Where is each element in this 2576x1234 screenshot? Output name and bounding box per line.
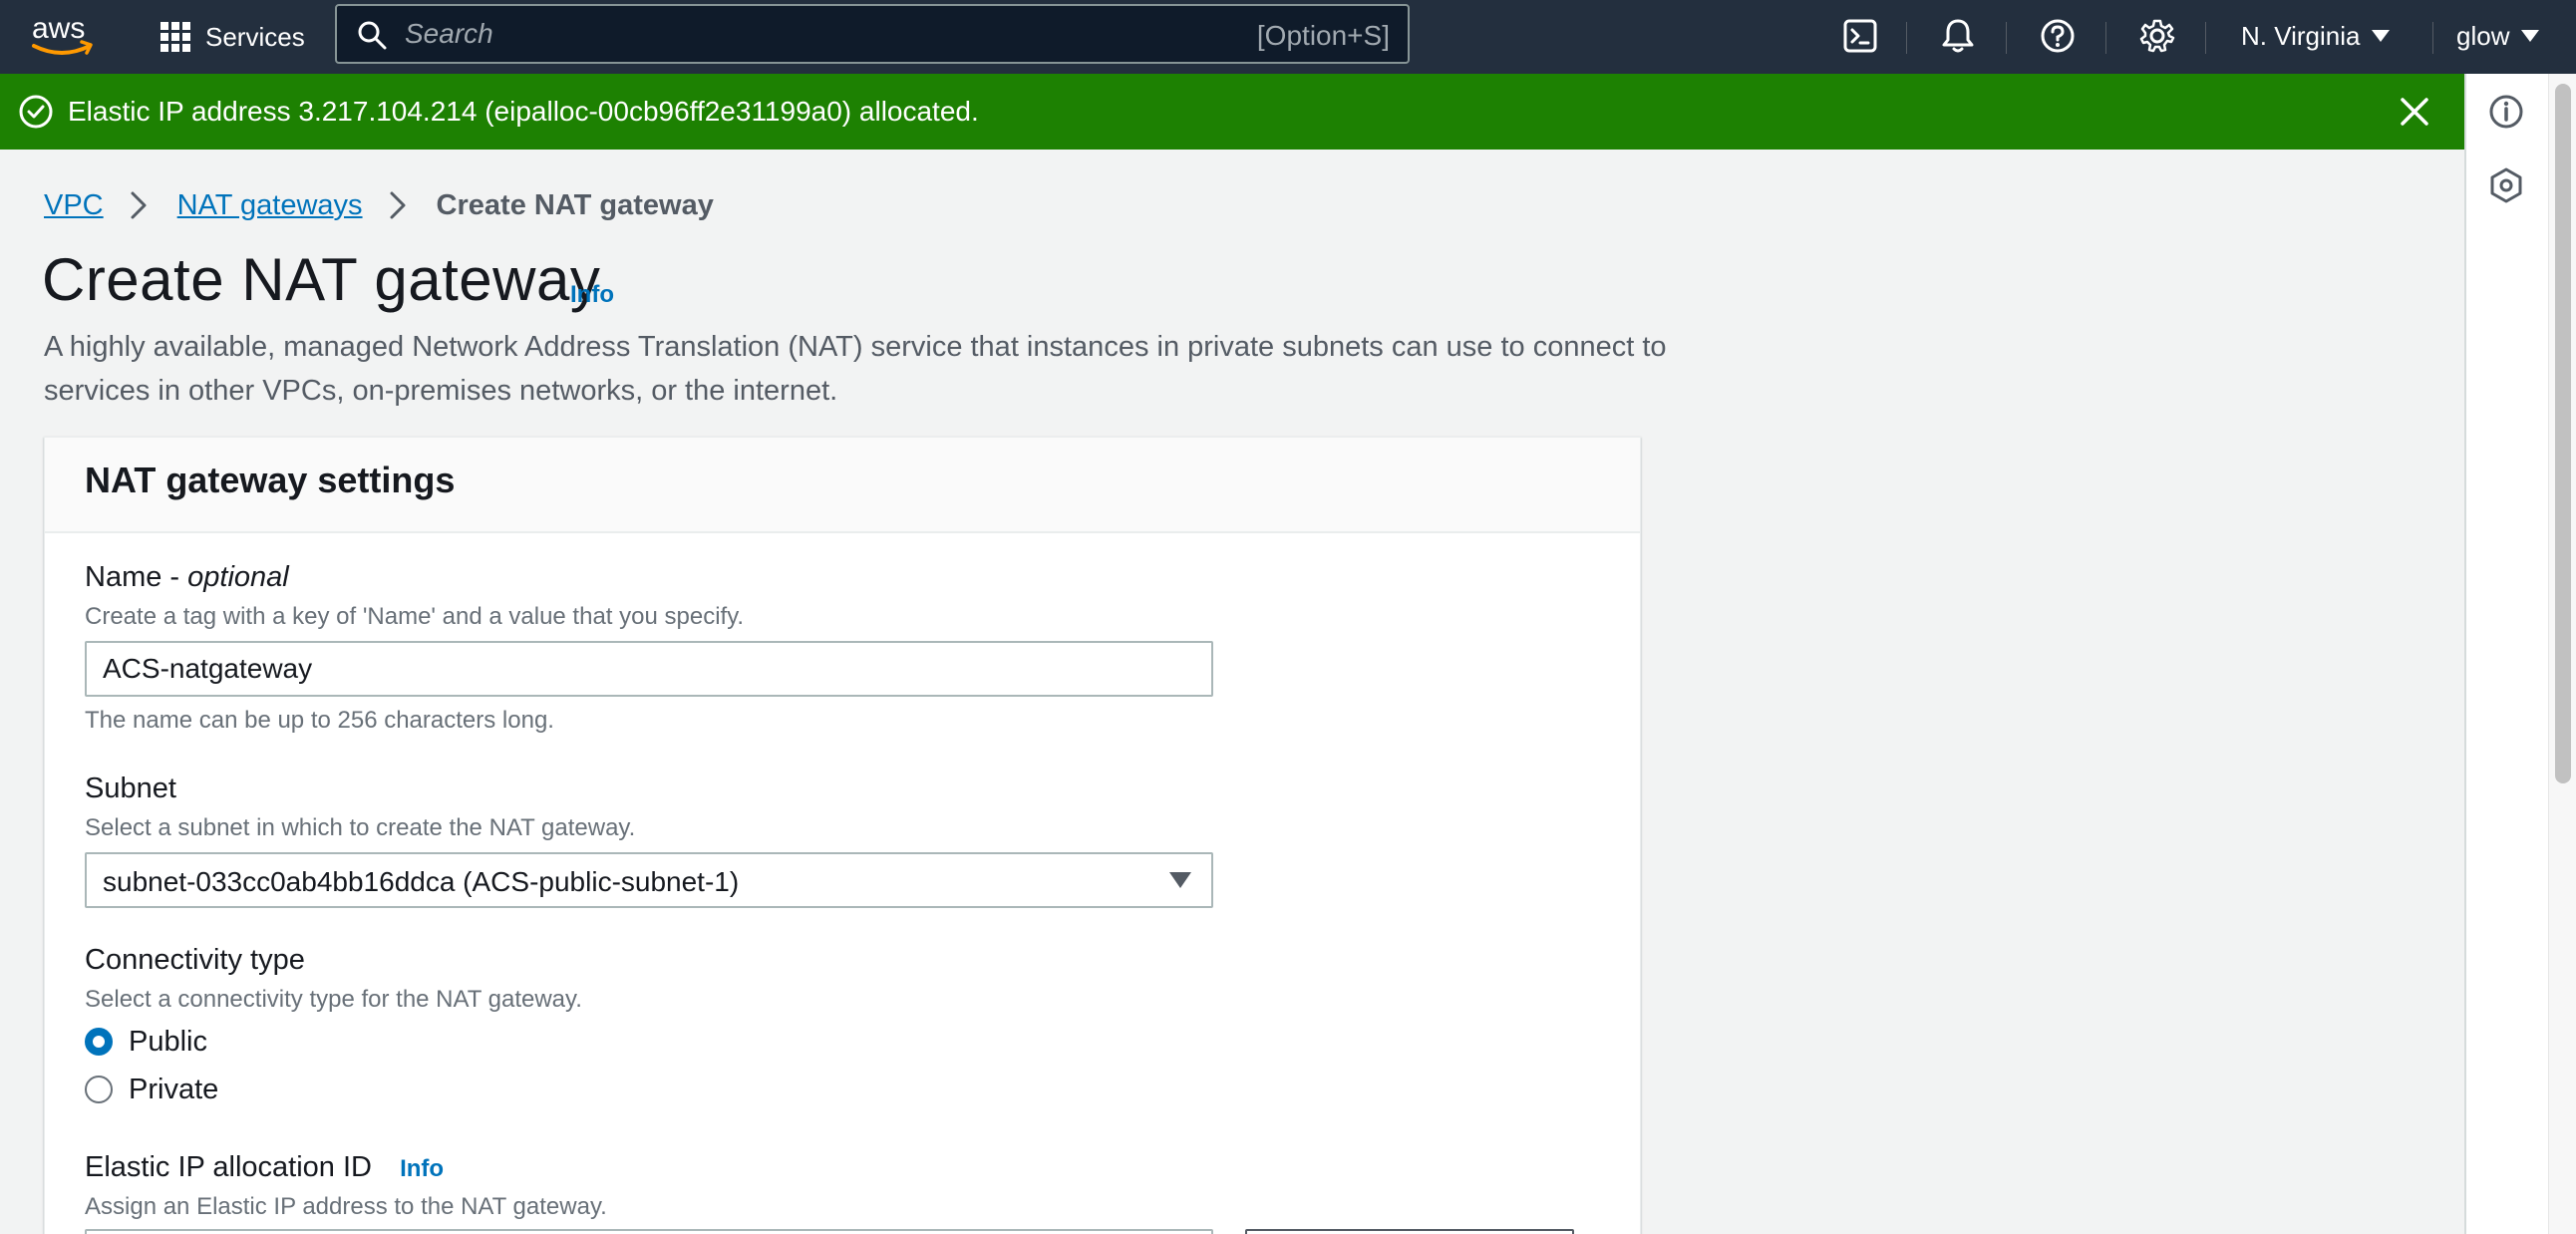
cloudshell-button[interactable] (1838, 14, 1882, 58)
account-label: glow (2456, 20, 2510, 51)
settings-button[interactable] (2135, 14, 2179, 58)
caret-down-icon (1169, 872, 1191, 888)
flash-message: Elastic IP address 3.217.104.214 (eipall… (68, 96, 979, 127)
nav-divider (1906, 22, 1907, 54)
breadcrumb-current: Create NAT gateway (436, 188, 714, 221)
bell-icon (1942, 19, 1974, 53)
page-info-link[interactable]: Info (570, 281, 614, 309)
eip-field-label: Elastic IP allocation ID Info (85, 1151, 444, 1184)
region-label: N. Virginia (2241, 20, 2361, 51)
aws-logo[interactable]: aws (30, 10, 96, 60)
radio-private[interactable] (85, 1076, 113, 1103)
nav-divider (2205, 22, 2206, 54)
connectivity-radio-private[interactable]: Private (85, 1072, 218, 1107)
chevron-right-icon (131, 191, 147, 219)
status-success-icon (19, 95, 53, 129)
panel-header: NAT gateway settings (45, 438, 1640, 533)
allocate-eip-button[interactable] (1245, 1229, 1574, 1234)
region-selector[interactable]: N. Virginia (2241, 16, 2391, 56)
eip-field-description: Assign an Elastic IP address to the NAT … (85, 1193, 607, 1220)
name-label-text: Name - (85, 561, 188, 593)
grid-icon (161, 22, 190, 52)
radio-public[interactable] (85, 1028, 113, 1056)
caret-down-icon (2372, 30, 2391, 42)
breadcrumb-link-nat-gateways[interactable]: NAT gateways (177, 189, 363, 222)
subnet-selected-value: subnet-033cc0ab4bb16ddca (ACS-public-sub… (103, 866, 740, 897)
global-search[interactable]: [Option+S] (335, 4, 1410, 64)
eip-info-link[interactable]: Info (400, 1155, 444, 1182)
name-field-label: Name - optional (85, 561, 289, 594)
page-scrollbar[interactable] (2548, 74, 2576, 1234)
help-button[interactable] (2036, 14, 2080, 58)
breadcrumb: VPC NAT gateways Create NAT gateway (44, 185, 714, 225)
notifications-button[interactable] (1936, 14, 1980, 58)
name-constraint-text: The name can be up to 256 characters lon… (85, 707, 554, 734)
nat-gateway-settings-panel: NAT gateway settings Name - optional Cre… (44, 437, 1641, 1234)
nav-divider (2006, 22, 2007, 54)
nav-divider (2105, 22, 2106, 54)
success-flash-banner: Elastic IP address 3.217.104.214 (eipall… (0, 74, 2464, 150)
name-field-description: Create a tag with a key of 'Name' and a … (85, 603, 745, 630)
panel-title: NAT gateway settings (85, 460, 456, 500)
eip-label-text: Elastic IP allocation ID (85, 1151, 372, 1183)
cloudshell-icon (1843, 19, 1877, 53)
page-description: A highly available, managed Network Addr… (44, 331, 1667, 407)
feedback-hexagon-icon[interactable] (2486, 165, 2526, 205)
connectivity-field-description: Select a connectivity type for the NAT g… (85, 986, 582, 1013)
name-input[interactable] (85, 641, 1213, 697)
top-navigation: aws Services [Option+S] (0, 0, 2576, 74)
radio-private-label: Private (129, 1073, 219, 1105)
breadcrumb-link-vpc[interactable]: VPC (44, 189, 104, 222)
svg-text:aws: aws (32, 12, 85, 45)
connectivity-field-label: Connectivity type (85, 944, 305, 976)
scrollbar-thumb[interactable] (2555, 84, 2571, 783)
caret-down-icon (2521, 30, 2540, 42)
chevron-right-icon (390, 191, 406, 219)
optional-label: optional (187, 561, 289, 593)
radio-public-label: Public (129, 1025, 207, 1058)
subnet-field-label: Subnet (85, 772, 176, 804)
subnet-field-description: Select a subnet in which to create the N… (85, 814, 636, 841)
services-menu-button[interactable]: Services (160, 14, 305, 60)
subnet-select[interactable]: subnet-033cc0ab4bb16ddca (ACS-public-sub… (85, 852, 1213, 908)
nav-divider (2432, 22, 2433, 54)
search-icon (358, 21, 387, 50)
help-icon (2041, 19, 2075, 53)
eip-select[interactable] (85, 1229, 1213, 1234)
search-input[interactable] (405, 14, 1162, 54)
account-menu[interactable]: glow (2456, 16, 2540, 56)
services-label: Services (205, 21, 305, 52)
tools-rail (2464, 74, 2548, 1234)
gear-icon (2139, 19, 2175, 53)
connectivity-radio-public[interactable]: Public (85, 1024, 207, 1060)
info-panel-icon[interactable] (2486, 92, 2526, 132)
close-icon[interactable] (2397, 94, 2432, 130)
search-shortcut-hint: [Option+S] (1256, 20, 1390, 51)
page-title: Create NAT gateway (42, 246, 601, 313)
